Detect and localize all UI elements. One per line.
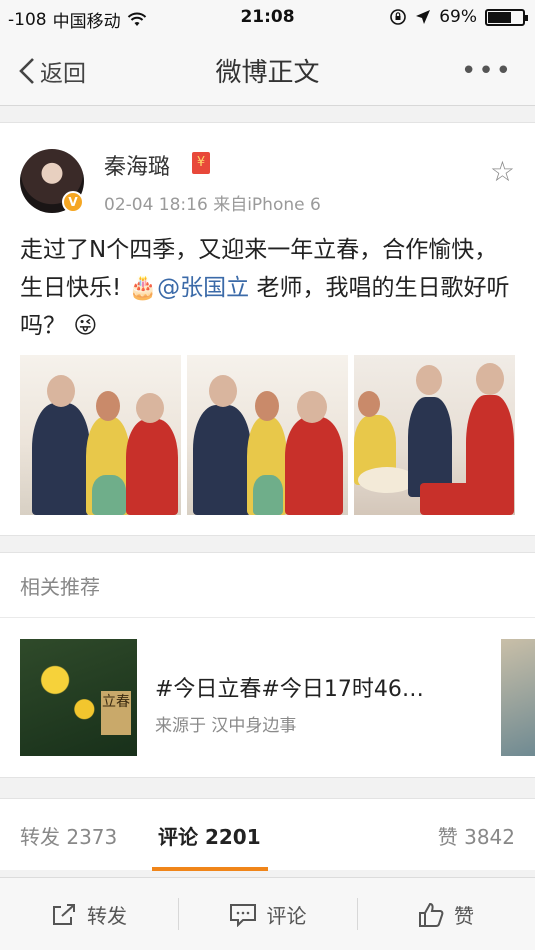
post-timestamp: 02-04 18:16 — [104, 195, 208, 215]
red-packet-icon[interactable]: ¥ — [192, 152, 210, 174]
post-photo-3[interactable] — [354, 355, 515, 515]
location-icon — [416, 10, 431, 24]
active-tab-indicator — [152, 867, 268, 871]
comment-button[interactable]: 评论 — [178, 878, 357, 950]
status-bar: -108 中国移动 21:08 69% — [0, 0, 535, 36]
related-header: 相关推荐 — [20, 575, 100, 599]
like-label: 赞 — [454, 904, 474, 928]
post-card: V 秦海璐 ¥ 02-04 18:16 来自iPhone 6 ☆ 走过了N个四季… — [0, 122, 535, 536]
rotation-lock-icon — [390, 9, 407, 25]
author-name[interactable]: 秦海璐 — [104, 149, 170, 181]
related-next-thumbnail[interactable] — [501, 639, 535, 756]
related-item-source: 来源于 汉中身边事 — [155, 716, 297, 736]
battery-percent: 69% — [439, 7, 477, 27]
battery-icon — [485, 8, 528, 26]
share-icon — [53, 903, 75, 925]
tab-like[interactable]: 赞 3842 — [438, 821, 515, 850]
more-button[interactable]: ••• — [461, 56, 513, 86]
action-bar: 转发 评论 赞 — [0, 877, 535, 950]
battery-fill — [488, 11, 512, 23]
favorite-star-icon[interactable]: ☆ — [490, 155, 515, 188]
nav-bar: 返回 微博正文 ••• — [0, 36, 535, 106]
page-title: 微博正文 — [215, 58, 320, 88]
tongue-face-emoji-icon: 😜 — [73, 313, 98, 339]
tab-repost[interactable]: 转发 2373 — [20, 821, 117, 850]
like-button[interactable]: 赞 — [357, 878, 535, 950]
related-item-title[interactable]: #今日立春#今日17时46… — [155, 671, 424, 703]
related-section: 相关推荐 立春 #今日立春#今日17时46… 来源于 汉中身边事 — [0, 552, 535, 778]
verified-badge-icon: V — [62, 191, 84, 213]
post-text: 走过了N个四季，又迎来一年立春，合作愉快，生日快乐! 🎂@张国立 老师，我唱的生… — [20, 231, 515, 345]
comment-icon — [229, 903, 256, 927]
thumbnail-stamp: 立春 — [101, 691, 131, 735]
related-divider — [0, 617, 535, 618]
mention-link[interactable]: @张国立 — [157, 275, 249, 301]
tab-comment[interactable]: 评论 2201 — [158, 821, 261, 850]
repost-button[interactable]: 转发 — [0, 878, 178, 950]
post-photo-2[interactable] — [187, 355, 348, 515]
post-meta: 02-04 18:16 来自iPhone 6 — [104, 190, 321, 215]
related-thumbnail[interactable]: 立春 — [20, 639, 137, 756]
status-right: 69% — [389, 7, 528, 27]
stats-tabs: 转发 2373 评论 2201 赞 3842 — [0, 798, 535, 871]
post-photo-1[interactable] — [20, 355, 181, 515]
comment-label: 评论 — [266, 904, 307, 928]
cake-emoji-icon: 🎂 — [128, 275, 158, 301]
post-source: 来自iPhone 6 — [213, 195, 321, 215]
repost-label: 转发 — [87, 904, 127, 928]
thumbs-up-icon — [419, 902, 444, 927]
